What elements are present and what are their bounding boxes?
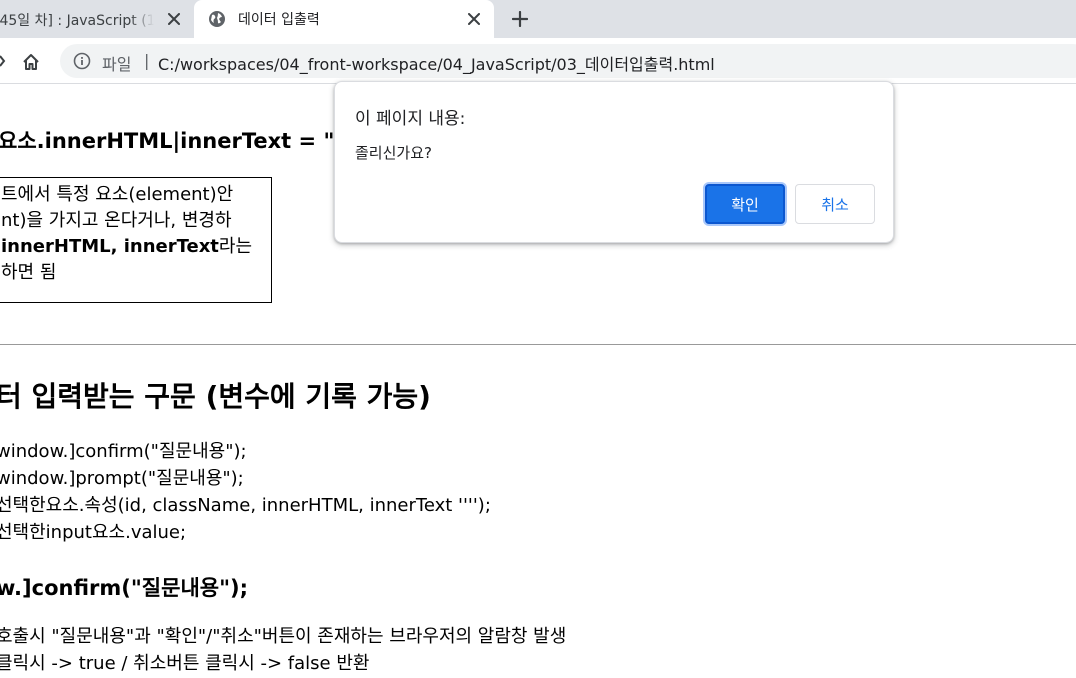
confirm-dialog: 이 페이지 내용: 졸리신가요? 확인 취소: [334, 81, 894, 243]
syntax-list: window.]confirm("질문내용"); window.]prompt(…: [0, 438, 491, 546]
confirm-description: 호출시 "질문내용"과 "확인"/"취소"버튼이 존재하는 브라우저의 알람창 …: [0, 623, 566, 677]
dialog-title: 이 페이지 내용:: [355, 109, 466, 129]
address-bar[interactable]: 파일 | C:/workspaces/04_front-workspace/04…: [60, 44, 1076, 78]
syntax-line: window.]confirm("질문내용");: [0, 441, 247, 462]
description-line: 클릭시 -> true / 취소버튼 클릭시 -> false 반환: [0, 653, 370, 674]
home-icon[interactable]: [18, 49, 44, 75]
heading-confirm: w.]confirm("질문내용");: [0, 576, 249, 600]
note-line: 트에서 특정 요소(element)안: [1, 184, 234, 205]
syntax-line: 선택한요소.속성(id, className, innerHTML, inner…: [0, 495, 491, 516]
scheme-label: 파일: [102, 55, 132, 74]
globe-icon: [208, 10, 226, 28]
ok-button[interactable]: 확인: [705, 184, 785, 224]
note-line: nt)을 가지고 온다거나, 변경하: [1, 210, 232, 231]
browser-toolbar: 파일 | C:/workspaces/04_front-workspace/04…: [0, 38, 1076, 84]
note-box: 트에서 특정 요소(element)안 nt)을 가지고 온다거나, 변경하 i…: [0, 177, 272, 303]
tab-previous[interactable]: [45일 차] : JavaScript (1/7): [0, 0, 190, 38]
info-icon[interactable]: [73, 52, 91, 70]
syntax-line: window.]prompt("질문내용");: [0, 468, 244, 489]
dialog-message: 졸리신가요?: [355, 144, 432, 162]
close-icon[interactable]: [464, 9, 484, 29]
note-bold-text: innerHTML, innerText: [1, 236, 219, 257]
tab-strip: [45일 차] : JavaScript (1/7) 데이터 입출력: [0, 0, 1076, 38]
tab-active[interactable]: 데이터 입출력: [194, 0, 494, 38]
horizontal-rule: [0, 344, 1076, 345]
url-text[interactable]: C:/workspaces/04_front-workspace/04_Java…: [158, 51, 715, 75]
close-icon[interactable]: [164, 9, 184, 29]
plus-icon[interactable]: [508, 7, 532, 31]
description-line: 호출시 "질문내용"과 "확인"/"취소"버튼이 존재하는 브라우저의 알람창 …: [0, 626, 567, 647]
cancel-button[interactable]: 취소: [795, 184, 875, 224]
tab-title: [45일 차] : JavaScript (1/7): [0, 13, 154, 29]
note-line: 하면 됨: [1, 262, 57, 283]
back-button-edge[interactable]: [0, 52, 6, 70]
syntax-line: 선택한input요소.value;: [0, 522, 187, 543]
heading-innerhtml: 요소.innerHTML|innerText = "하: [0, 129, 354, 153]
note-line: innerHTML, innerText라는: [1, 234, 271, 260]
note-text: 라는: [218, 236, 253, 257]
heading-input-syntax: 터 입력받는 구문 (변수에 기록 가능): [0, 380, 431, 413]
address-separator: |: [144, 51, 150, 70]
tab-title: 데이터 입출력: [238, 12, 320, 28]
